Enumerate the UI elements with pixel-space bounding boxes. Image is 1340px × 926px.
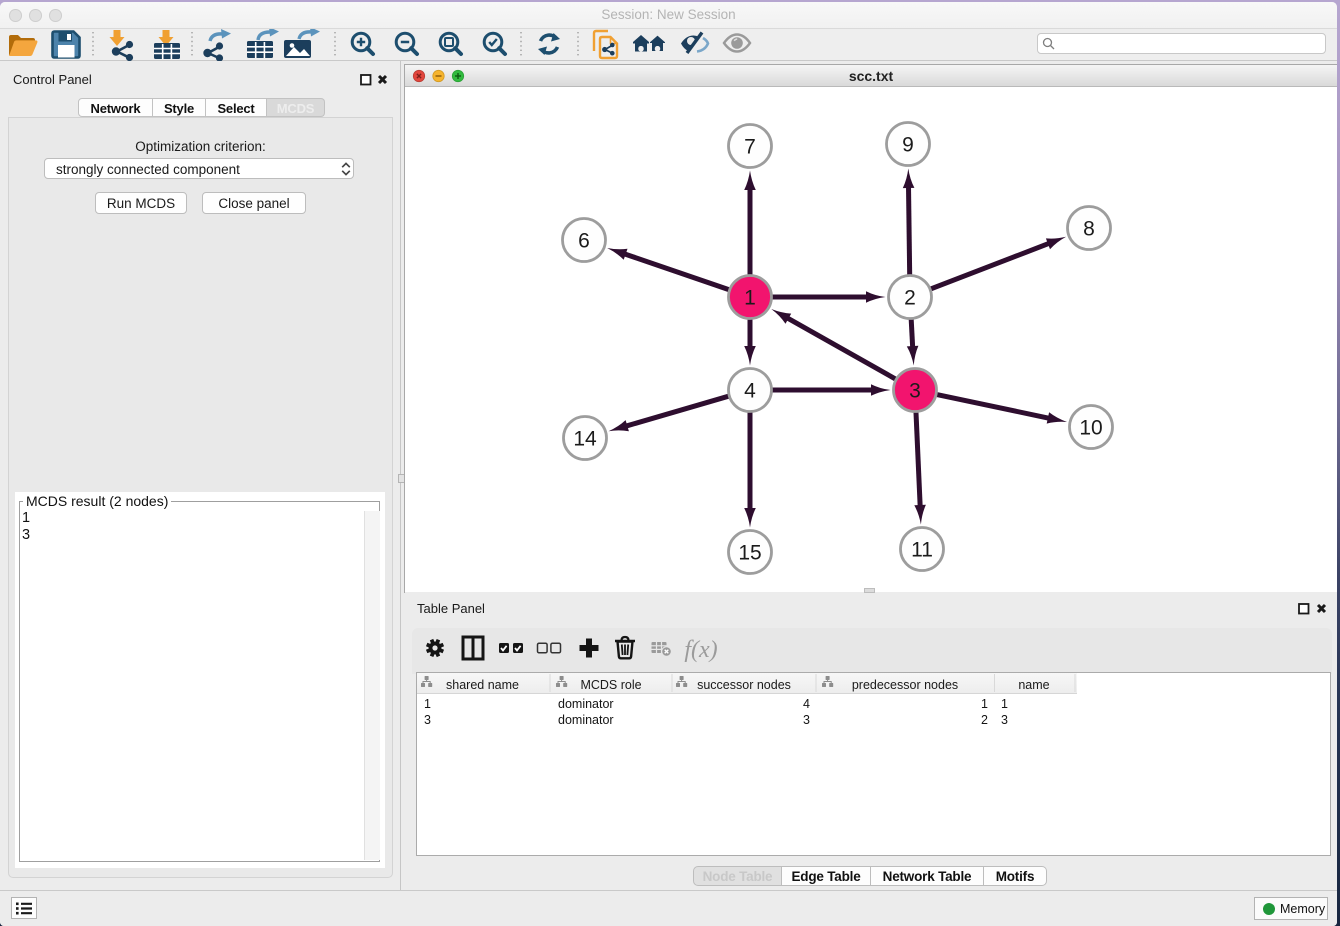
svg-text:11: 11 (911, 539, 933, 562)
svg-text:1: 1 (744, 287, 756, 310)
svg-text:10: 10 (1079, 417, 1102, 440)
svg-text:6: 6 (578, 230, 590, 253)
svg-text:2: 2 (904, 287, 916, 310)
svg-text:14: 14 (573, 428, 597, 451)
svg-text:8: 8 (1083, 218, 1095, 241)
svg-text:7: 7 (744, 136, 756, 159)
svg-text:4: 4 (744, 380, 756, 403)
svg-text:f(x): f(x) (684, 637, 717, 663)
svg-text:3: 3 (909, 380, 921, 403)
svg-text:9: 9 (902, 134, 914, 157)
svg-text:15: 15 (738, 542, 761, 565)
